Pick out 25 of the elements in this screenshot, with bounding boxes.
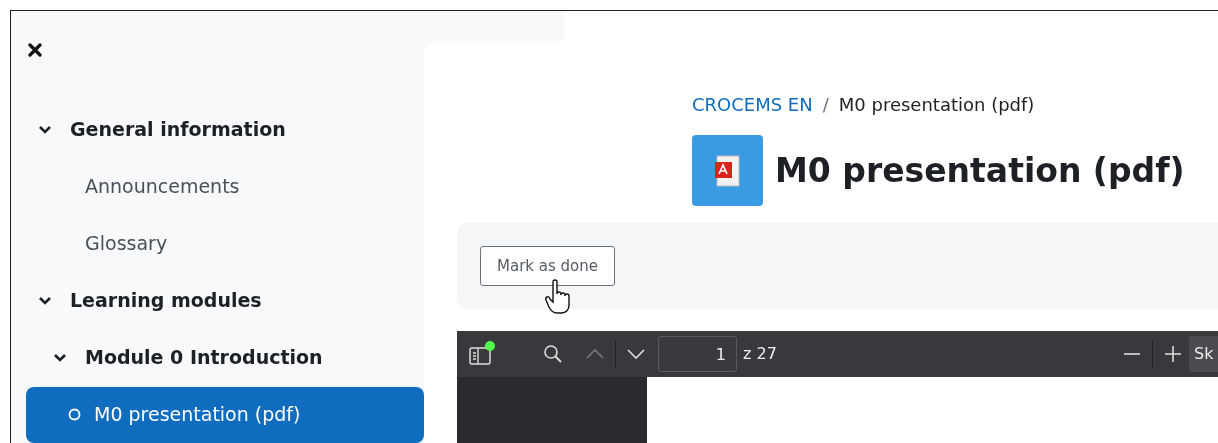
pdf-file-icon [692,135,763,206]
breadcrumb-current: M0 presentation (pdf) [838,93,1035,117]
previous-page-icon[interactable] [585,348,605,360]
section-title[interactable]: Learning modules [70,286,262,315]
breadcrumb-link[interactable]: CROCEMS EN [692,91,813,118]
circle-icon [68,408,81,421]
sidebar-toggle-icon[interactable] [469,341,495,367]
toolbar-button[interactable]: Sk [1189,336,1218,372]
section-title[interactable]: Module 0 Introduction [85,343,323,372]
close-icon[interactable] [28,43,42,57]
chevron-down-icon[interactable] [38,295,52,306]
sidebar-item[interactable]: M0 presentation (pdf) [26,386,424,443]
chevron-down-icon[interactable] [38,124,52,135]
section-title[interactable]: General information [70,115,286,144]
sidebar-item[interactable]: Announcements [26,158,424,215]
chevron-down-icon[interactable] [53,352,67,363]
page-count: z 27 [743,343,777,365]
sidebar-item[interactable]: Glossary [26,215,424,272]
breadcrumb-separator: / [822,93,829,117]
page-title: M0 presentation (pdf) [775,154,1185,187]
page-number-field[interactable]: 1 [658,336,737,372]
zoom-in-icon[interactable] [1163,344,1183,364]
mark-as-done-button[interactable]: Mark as done [480,246,615,286]
search-icon[interactable] [543,344,563,364]
next-page-icon[interactable] [626,348,646,360]
